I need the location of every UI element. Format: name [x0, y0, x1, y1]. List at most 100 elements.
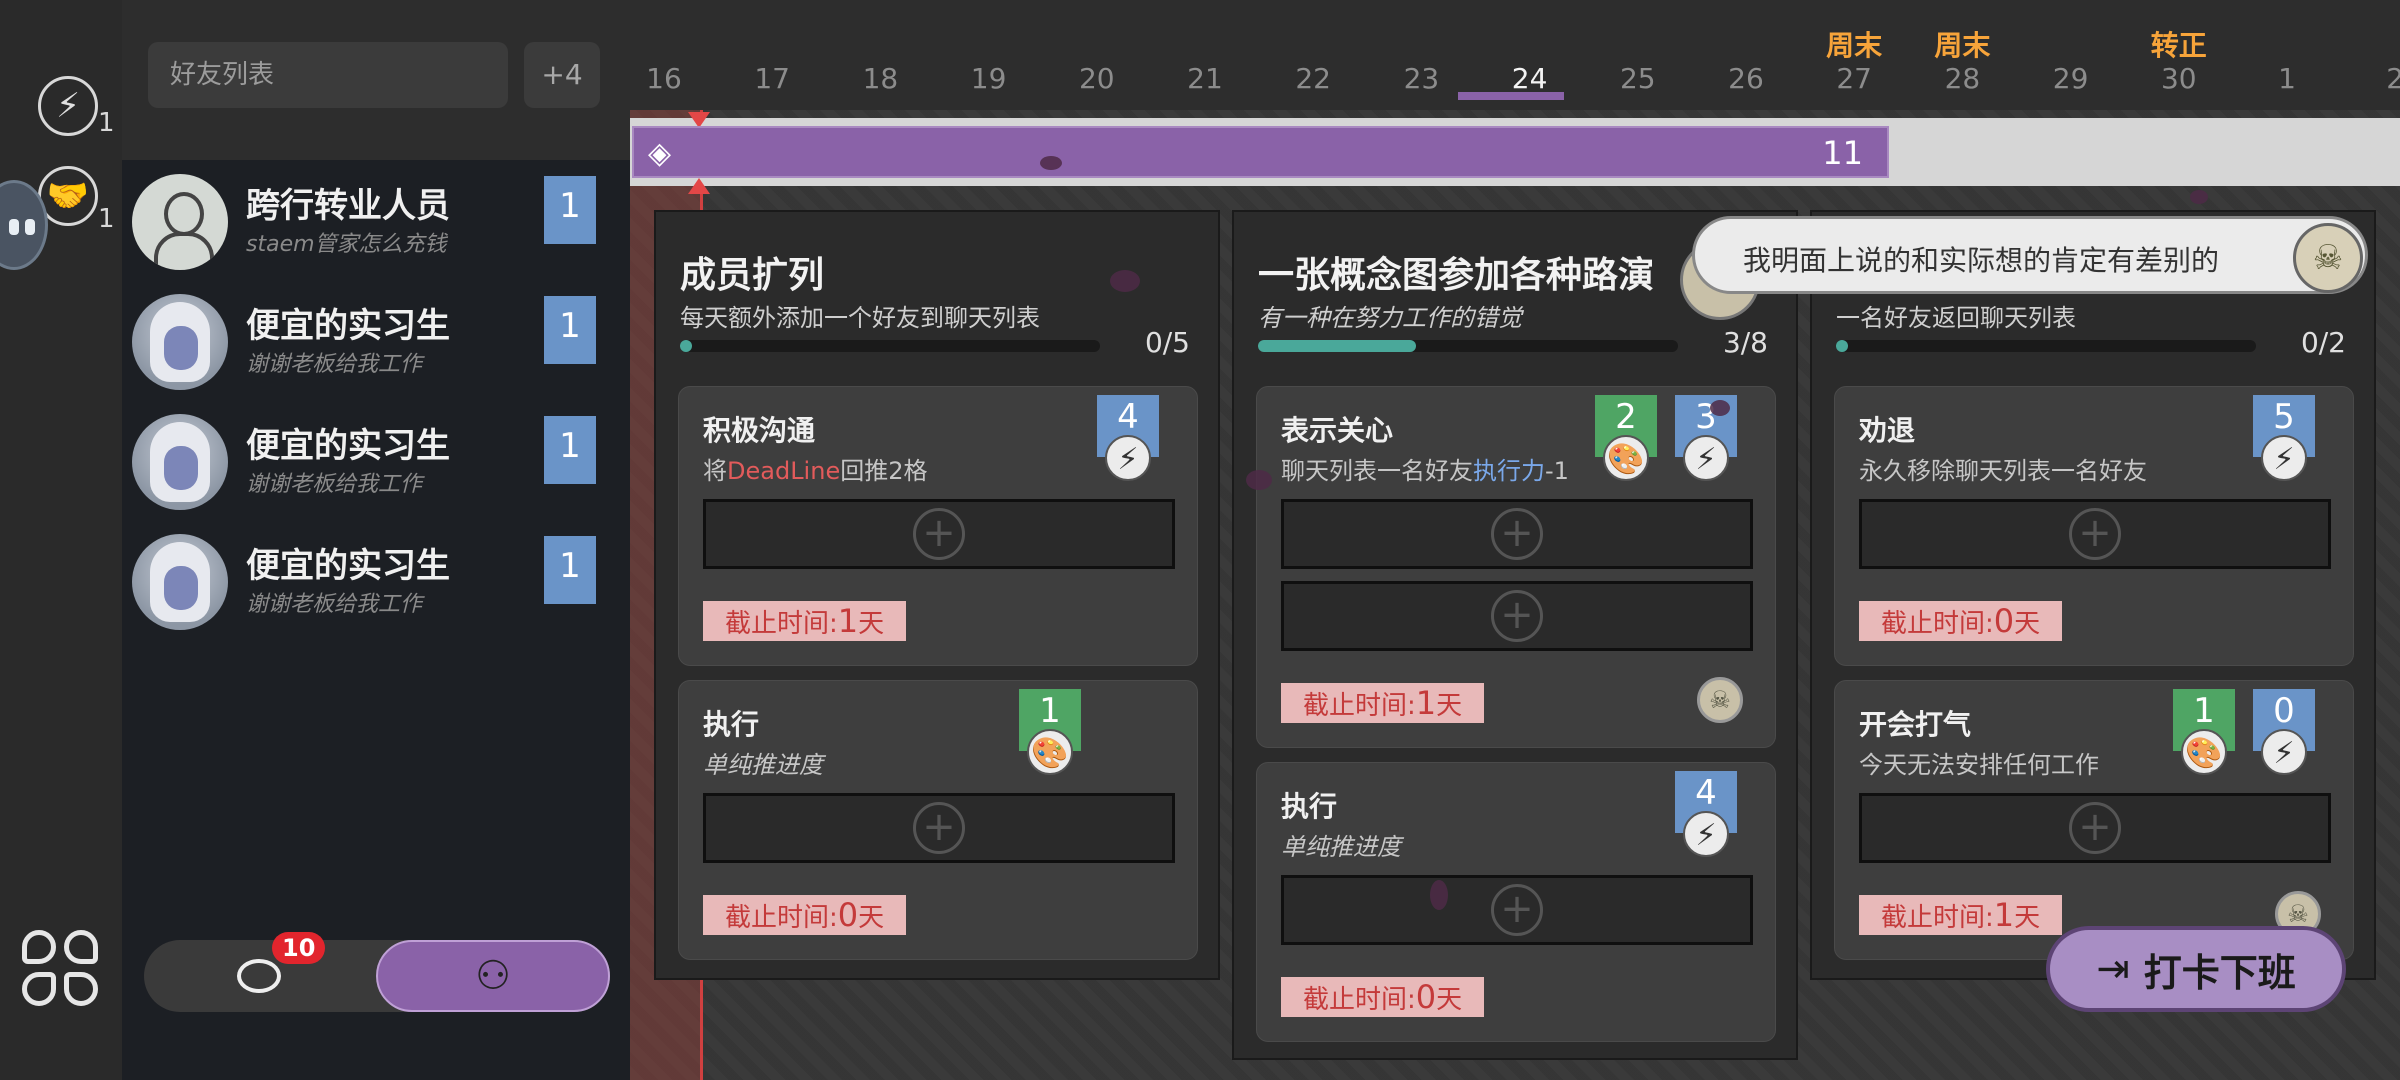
energy-count: 1: [98, 108, 115, 138]
assign-slot[interactable]: +: [1859, 499, 2331, 569]
friends-list-search[interactable]: 好友列表: [148, 42, 508, 108]
friend-subtitle: 谢谢老板给我工作: [246, 592, 423, 617]
add-icon: +: [913, 802, 965, 854]
ink-splat: [1430, 880, 1448, 910]
requirement-badge: 4 ⚡: [1097, 395, 1159, 481]
project-column: 一张概念图参加各种路演 有一种在努力工作的错觉 3/8 表示关心 聊天列表一名好…: [1232, 210, 1798, 1060]
calendar-day: 25: [1619, 62, 1656, 95]
exit-door-icon: ⇥: [2096, 946, 2130, 992]
speech-text: 我明面上说的和实际想的肯定有差别的: [1743, 244, 2220, 277]
add-icon: +: [2069, 508, 2121, 560]
project-column: 成员扩列 每天额外添加一个好友到聊天列表 0/5 积极沟通 将DeadLine回…: [654, 210, 1220, 980]
add-icon: +: [1491, 884, 1543, 936]
calendar-strip: 16 17 18 19 20 21 22 23 24 25 26 27 周末 28 周末 29 30 转正 1 2: [630, 0, 2400, 110]
calendar-day: 26: [1728, 62, 1764, 95]
assign-slot[interactable]: +: [1281, 499, 1753, 569]
calendar-day: 1: [2278, 62, 2296, 95]
requirement-badge: 0 ⚡: [2253, 689, 2315, 775]
app-grid-icon[interactable]: [22, 930, 98, 1006]
add-icon: +: [2069, 802, 2121, 854]
intern-avatar: [132, 294, 228, 390]
speech-bubble: 我明面上说的和实际想的肯定有差别的 ☠: [1692, 216, 2368, 294]
assign-slot[interactable]: +: [1859, 793, 2331, 863]
requirement-badge: 4 ⚡: [1675, 771, 1737, 857]
energy-icon: ⚡: [1105, 435, 1151, 481]
calendar-day: 23: [1403, 62, 1440, 95]
task-title: 积极沟通: [703, 414, 816, 447]
assignee-avatar[interactable]: ☠: [1697, 677, 1743, 723]
friend-item[interactable]: 跨行转业人员 staem管家怎么充钱 1: [122, 168, 630, 278]
friend-item[interactable]: 便宜的实习生 谢谢老板给我工作 1: [122, 528, 630, 638]
requirement-badge: 5 ⚡: [2253, 395, 2315, 481]
project-ratio: 0/2: [2300, 326, 2346, 359]
task-card: 开会打气 今天无法安排任何工作 1 🎨 0 ⚡ + 截止时间:1天 ☠: [1834, 680, 2354, 960]
energy-icon: ⚡: [1683, 435, 1729, 481]
clock-out-button[interactable]: ⇥ 打卡下班: [2046, 926, 2346, 1012]
friend-item[interactable]: 便宜的实习生 谢谢老板给我工作 1: [122, 288, 630, 398]
task-card: 执行 单纯推进度 1 🎨 + 截止时间:0天: [678, 680, 1198, 960]
chat-unread-badge: 10: [272, 932, 326, 964]
deadline-bar-count: 11: [1822, 134, 1863, 172]
calendar-day: 17: [754, 62, 790, 95]
skull-avatar-icon: ☠: [2293, 223, 2363, 293]
friend-item[interactable]: 便宜的实习生 谢谢老板给我工作 1: [122, 408, 630, 518]
task-title: 劝退: [1859, 414, 1916, 447]
ink-splat: [1710, 400, 1730, 416]
deadline-label: 截止时间:0天: [1859, 601, 2063, 641]
friend-name: 便宜的实习生: [246, 306, 450, 346]
project-progress: [680, 340, 1100, 352]
task-desc: 单纯推进度: [1281, 833, 1401, 861]
calendar-day: 16: [646, 62, 682, 95]
ink-splat: [1110, 270, 1140, 292]
project-progress: [1836, 340, 2256, 352]
layers-icon: ◈: [648, 136, 672, 171]
requirement-badge: 1 🎨: [1019, 689, 1081, 775]
task-title: 表示关心: [1281, 414, 1394, 447]
calendar-day-tag: 转正: [2150, 29, 2207, 62]
assign-slot[interactable]: +: [1281, 875, 1753, 945]
palette-icon: 🎨: [1603, 435, 1649, 481]
project-board: 16 17 18 19 20 21 22 23 24 25 26 27 周末 28 周末 29 30 转正 1 2 ◈…: [630, 0, 2400, 1080]
deadline-label: 截止时间:1天: [1281, 683, 1485, 723]
assign-slot[interactable]: +: [703, 793, 1175, 863]
energy-icon: ⚡: [2261, 435, 2307, 481]
calendar-day: 22: [1295, 62, 1331, 95]
task-title: 执行: [1281, 790, 1338, 823]
friend-name: 便宜的实习生: [246, 546, 450, 586]
assign-slot[interactable]: +: [703, 499, 1175, 569]
deadline-bar[interactable]: ◈ 11: [632, 126, 1889, 178]
assign-slot[interactable]: +: [1281, 581, 1753, 651]
task-desc: 永久移除聊天列表一名好友: [1859, 457, 2147, 485]
energy-icon: ⚡: [2261, 729, 2307, 775]
team-button[interactable]: ⚇: [376, 940, 610, 1012]
task-desc: 将DeadLine回推2格: [703, 457, 928, 485]
friend-subtitle: staem管家怎么充钱: [246, 232, 447, 257]
intern-avatar: [132, 414, 228, 510]
task-title: 开会打气: [1859, 708, 1972, 741]
generic-avatar: [132, 174, 228, 270]
add-icon: +: [1491, 508, 1543, 560]
project-title: 一张概念图参加各种路演: [1258, 255, 1655, 296]
clock-out-label: 打卡下班: [2143, 950, 2296, 995]
calendar-day: 28: [1944, 62, 1981, 95]
project-desc: 每天额外添加一个好友到聊天列表: [680, 304, 1040, 332]
add-icon: +: [1491, 590, 1543, 642]
friends-more-button[interactable]: +4: [524, 42, 600, 108]
handshake-count: 1: [98, 204, 115, 234]
task-card: 表示关心 聊天列表一名好友执行力-1 2 🎨 3 ⚡ + + 截止时间:1天 ☠: [1256, 386, 1776, 748]
friends-header: 好友列表 +4: [122, 0, 630, 160]
calendar-day: 20: [1078, 62, 1115, 95]
friend-badge: 1: [544, 296, 596, 364]
chat-button[interactable]: 10: [144, 932, 374, 1012]
requirement-badge: 1 🎨: [2173, 689, 2235, 775]
energy-icon[interactable]: ⚡: [38, 76, 98, 136]
project-ratio: 0/5: [1144, 326, 1190, 359]
friend-name: 跨行转业人员: [246, 186, 450, 226]
ink-splat: [1246, 470, 1272, 490]
friend-name: 便宜的实习生: [246, 426, 450, 466]
deadline-label: 截止时间:1天: [1859, 895, 2063, 935]
friend-badge: 1: [544, 176, 596, 244]
requirement-badge: 2 🎨: [1595, 395, 1657, 481]
add-icon: +: [913, 508, 965, 560]
calendar-day: 29: [2052, 62, 2089, 95]
